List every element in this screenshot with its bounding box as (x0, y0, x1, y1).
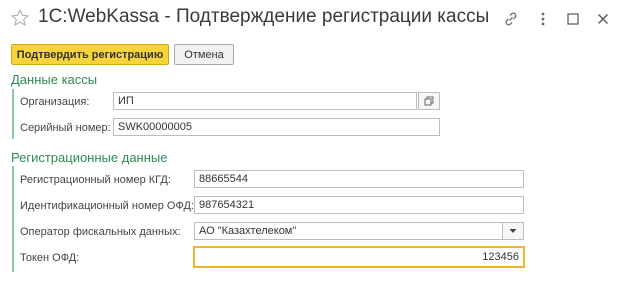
organization-label: Организация: (20, 96, 90, 108)
registration-confirm-window: 1С:WebKassa - Подтверждение регистрации … (0, 0, 620, 300)
ofd-id-field[interactable]: 987654321 (194, 196, 524, 214)
ofd-id-label: Идентификационный номер ОФД: (20, 200, 194, 212)
link-icon[interactable] (500, 8, 522, 30)
fiscal-operator-label: Оператор фискальных данных: (20, 226, 181, 238)
confirm-registration-button[interactable]: Подтвердить регистрацию (11, 44, 169, 65)
chevron-down-icon (509, 229, 517, 233)
organization-field[interactable]: ИП (113, 92, 417, 110)
open-organization-button[interactable] (418, 92, 440, 110)
group-divider (12, 89, 14, 139)
ofd-token-label: Токен ОФД: (20, 252, 80, 264)
serial-number-label: Серийный номер: (20, 122, 111, 134)
ofd-token-field[interactable]: 123456 (193, 246, 525, 268)
kgd-number-label: Регистрационный номер КГД: (20, 174, 171, 186)
group-divider (12, 166, 14, 272)
serial-number-field[interactable]: SWK00000005 (113, 118, 440, 136)
star-icon[interactable] (10, 8, 30, 28)
fiscal-operator-dropdown-button[interactable] (502, 222, 524, 240)
kgd-number-field[interactable]: 88665544 (194, 170, 524, 188)
fiscal-operator-select[interactable]: АО "Казахтелеком" (194, 222, 503, 240)
close-icon[interactable] (592, 8, 614, 30)
section-title-cash-register: Данные кассы (11, 72, 98, 87)
section-title-registration: Регистрационные данные (11, 150, 168, 165)
more-vertical-icon[interactable] (532, 8, 554, 30)
maximize-icon[interactable] (562, 8, 584, 30)
open-copy-icon (424, 96, 434, 106)
title-bar: 1С:WebKassa - Подтверждение регистрации … (0, 0, 620, 38)
window-title: 1С:WebKassa - Подтверждение регистрации … (38, 6, 490, 27)
cancel-button[interactable]: Отмена (174, 44, 234, 65)
